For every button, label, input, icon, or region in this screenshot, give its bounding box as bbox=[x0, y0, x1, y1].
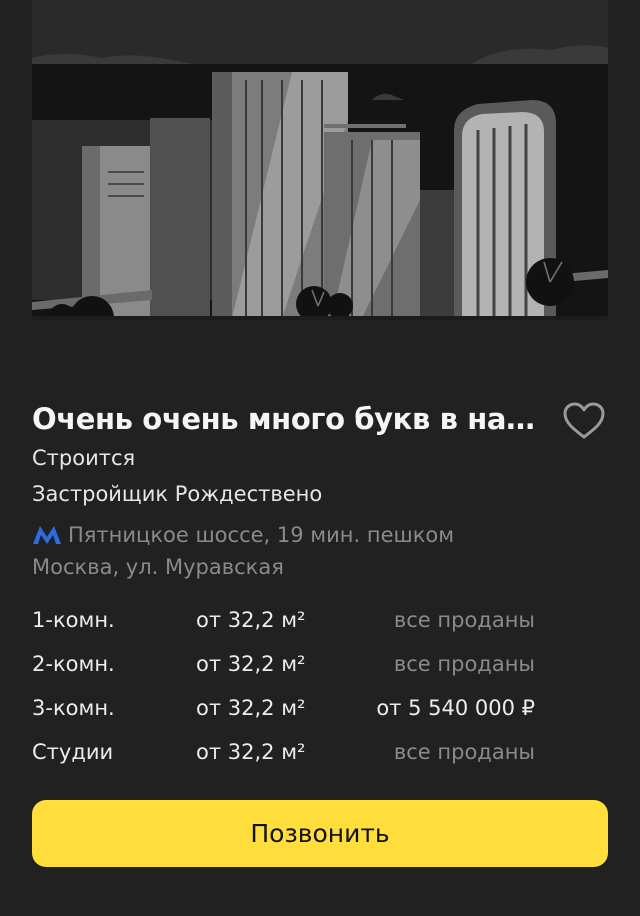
call-button[interactable]: Позвонить bbox=[32, 800, 608, 867]
flat-type: Студии bbox=[32, 740, 114, 764]
complex-title[interactable]: Очень очень много букв в назва... bbox=[32, 402, 544, 436]
flat-type: 1-комн. bbox=[32, 608, 115, 632]
flat-area: от 32,2 м² bbox=[196, 608, 306, 632]
flat-row-1room[interactable]: 1-комн. от 32,2 м² все проданы bbox=[32, 606, 535, 650]
flat-area: от 32,2 м² bbox=[196, 652, 306, 676]
heart-icon bbox=[563, 402, 605, 439]
metro-station-text: Пятницкое шоссе, 19 мин. пешком bbox=[68, 523, 455, 547]
building-illustration bbox=[32, 0, 608, 320]
construction-status: Строится bbox=[32, 446, 136, 470]
address: Москва, ул. Муравская bbox=[32, 555, 284, 579]
metro-icon bbox=[33, 526, 61, 544]
flat-type: 3-комн. bbox=[32, 696, 115, 720]
flat-price: от 5 540 000 ₽ bbox=[376, 696, 535, 720]
title-row: Очень очень много букв в назва... bbox=[32, 398, 608, 444]
flat-row-studio[interactable]: Студии от 32,2 м² все проданы bbox=[32, 738, 535, 782]
favorite-button[interactable] bbox=[560, 398, 608, 444]
building-image[interactable] bbox=[32, 0, 608, 320]
flat-row-3room[interactable]: 3-комн. от 32,2 м² от 5 540 000 ₽ bbox=[32, 694, 535, 738]
flat-area: от 32,2 м² bbox=[196, 740, 306, 764]
flat-type: 2-комн. bbox=[32, 652, 115, 676]
metro-info: Пятницкое шоссе, 19 мин. пешком bbox=[32, 523, 454, 547]
flat-price: все проданы bbox=[393, 740, 535, 764]
flat-price: все проданы bbox=[393, 652, 535, 676]
flats-table: 1-комн. от 32,2 м² все проданы 2-комн. о… bbox=[32, 606, 535, 782]
flat-area: от 32,2 м² bbox=[196, 696, 306, 720]
flat-row-2room[interactable]: 2-комн. от 32,2 м² все проданы bbox=[32, 650, 535, 694]
developer-name: Застройщик Рождествено bbox=[32, 482, 323, 506]
flat-price: все проданы bbox=[393, 608, 535, 632]
